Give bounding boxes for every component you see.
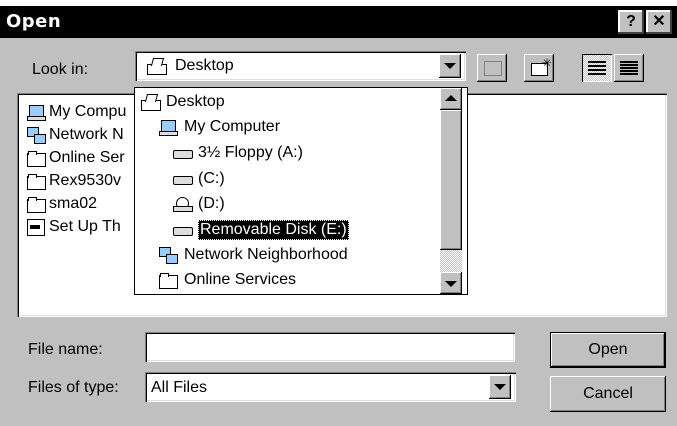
list-view-icon [588,61,606,75]
chevron-up-icon [445,95,457,101]
list-item[interactable]: My Compu [27,101,126,123]
chevron-down-icon [494,384,506,390]
title-bar: Open ? ✕ [0,6,677,38]
hard-drive-icon [173,171,193,187]
removable-disk-icon [173,222,193,238]
desktop-icon [141,94,161,111]
dropdown-item-floppy[interactable]: 3½ Floppy (A:) [173,141,303,165]
look-in-dropdown-button[interactable] [439,54,461,78]
folder-icon [27,173,46,190]
dropdown-item-label: Removable Disk (E:) [198,220,349,240]
up-one-level-button[interactable] [477,54,507,82]
list-item[interactable]: Set Up Th [27,216,121,238]
dropdown-item-label: (D:) [198,195,225,212]
sparkle-icon: ✳ [542,56,553,70]
list-item-label: Rex9530v [49,172,122,189]
list-item[interactable]: Rex9530v [27,170,121,192]
list-item-label: Network N [49,126,124,143]
create-new-folder-button[interactable]: ✳ [524,54,554,82]
dropdown-item-label: Online Services [184,271,297,288]
list-item-label: My Compu [49,103,127,120]
list-item-label: Set Up Th [49,218,121,235]
look-in-value: Desktop [175,57,234,74]
dropdown-item-label: 3½ Floppy (A:) [198,144,303,161]
open-button-label: Open [588,341,628,358]
file-type-value: All Files [151,379,208,396]
folder-icon [27,150,46,167]
close-icon: ✕ [652,13,666,30]
list-view-button[interactable] [582,54,612,82]
folder-icon [159,272,179,289]
chevron-down-icon [445,281,457,287]
dropdown-item-label: My Computer [184,118,281,135]
list-item[interactable]: sma02 [27,193,97,215]
look-in-select[interactable]: Desktop [135,51,466,81]
details-view-icon [620,61,638,75]
list-item-label: Online Ser [49,149,125,166]
list-item[interactable]: Online Ser [27,147,125,169]
file-type-label: Files of type: [28,379,119,396]
file-name-label: File name: [28,341,103,358]
list-item[interactable]: Network N [27,124,124,146]
up-one-level-icon [484,61,502,76]
scroll-thumb[interactable] [440,110,462,250]
open-button[interactable]: Open [550,332,666,368]
window-title: Open [6,11,62,32]
dropdown-scrollbar[interactable] [440,88,462,294]
floppy-drive-icon [173,145,193,161]
scroll-up-button[interactable] [440,88,462,110]
look-in-dropdown-list[interactable]: Desktop My Computer 3½ Floppy (A:) (C:) … [134,87,468,295]
dropdown-item-my-computer[interactable]: My Computer [159,115,280,139]
dropdown-item-drive-c[interactable]: (C:) [173,167,225,191]
help-button[interactable]: ? [618,10,644,34]
network-icon [159,247,179,264]
dropdown-item-label: Network Neighborhood [184,246,348,263]
file-type-dropdown-button[interactable] [489,375,511,399]
computer-icon [27,104,46,121]
cancel-button[interactable]: Cancel [550,376,666,412]
open-dialog: Open ? ✕ Look in: Desktop ✳ My Compu Net… [0,6,677,426]
desktop-icon [147,58,167,75]
dropdown-item-drive-d[interactable]: (D:) [173,192,225,216]
dropdown-item-label: Desktop [166,93,225,110]
scroll-down-button[interactable] [440,272,462,294]
dropdown-item-online-services[interactable]: Online Services [159,268,296,292]
dropdown-item-desktop[interactable]: Desktop [141,90,225,114]
setup-icon [27,219,45,236]
file-type-select[interactable]: All Files [145,372,516,402]
folder-icon [27,196,46,213]
look-in-label: Look in: [32,61,89,78]
dropdown-item-network-neighborhood[interactable]: Network Neighborhood [159,243,348,267]
cd-drive-icon [173,196,193,212]
computer-icon [159,119,179,136]
chevron-down-icon [444,63,456,69]
network-icon [27,127,46,144]
file-name-input[interactable] [145,332,515,362]
cancel-button-label: Cancel [583,385,633,402]
close-button[interactable]: ✕ [646,10,672,34]
dropdown-item-removable-disk[interactable]: Removable Disk (E:) [173,218,349,242]
dropdown-item-label: (C:) [198,170,225,187]
details-view-button[interactable] [614,54,644,82]
list-item-label: sma02 [49,195,98,212]
help-icon: ? [626,13,636,30]
